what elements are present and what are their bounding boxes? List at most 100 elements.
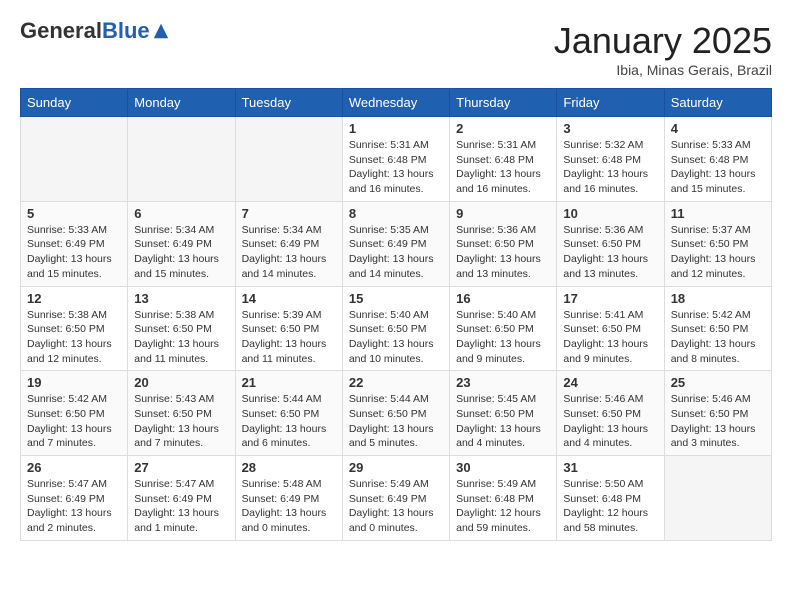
calendar-cell: 20 Sunrise: 5:43 AMSunset: 6:50 PMDayligh… xyxy=(128,371,235,456)
weekday-header: Monday xyxy=(128,89,235,117)
day-info: Sunrise: 5:43 AMSunset: 6:50 PMDaylight:… xyxy=(134,392,228,451)
day-info: Sunrise: 5:31 AMSunset: 6:48 PMDaylight:… xyxy=(349,138,443,197)
day-number: 3 xyxy=(563,121,657,136)
day-info: Sunrise: 5:38 AMSunset: 6:50 PMDaylight:… xyxy=(134,308,228,367)
calendar-cell: 16Sunrise: 5:40 AMSunset: 6:50 PMDayligh… xyxy=(450,286,557,371)
calendar-cell: 22 Sunrise: 5:44 AMSunset: 6:50 PMDayligh… xyxy=(342,371,449,456)
day-number: 18 xyxy=(671,291,765,306)
day-number: 10 xyxy=(563,206,657,221)
weekday-header: Thursday xyxy=(450,89,557,117)
calendar-cell: 14 Sunrise: 5:39 AMSunset: 6:50 PMDayligh… xyxy=(235,286,342,371)
day-info: Sunrise: 5:44 AMSunset: 6:50 PMDaylight:… xyxy=(242,392,336,451)
day-number: 13 xyxy=(134,291,228,306)
logo-blue: Blue xyxy=(102,20,150,42)
calendar-cell: 23Sunrise: 5:45 AMSunset: 6:50 PMDayligh… xyxy=(450,371,557,456)
calendar-cell: 26Sunrise: 5:47 AMSunset: 6:49 PMDayligh… xyxy=(21,456,128,541)
weekday-header: Saturday xyxy=(664,89,771,117)
day-info: Sunrise: 5:34 AMSunset: 6:49 PMDaylight:… xyxy=(242,223,336,282)
day-info: Sunrise: 5:45 AMSunset: 6:50 PMDaylight:… xyxy=(456,392,550,451)
day-info: Sunrise: 5:41 AMSunset: 6:50 PMDaylight:… xyxy=(563,308,657,367)
day-number: 12 xyxy=(27,291,121,306)
calendar-cell: 9Sunrise: 5:36 AMSunset: 6:50 PMDaylight… xyxy=(450,201,557,286)
weekday-header: Wednesday xyxy=(342,89,449,117)
day-info: Sunrise: 5:35 AMSunset: 6:49 PMDaylight:… xyxy=(349,223,443,282)
calendar-cell: 19 Sunrise: 5:42 AMSunset: 6:50 PMDayligh… xyxy=(21,371,128,456)
day-number: 31 xyxy=(563,460,657,475)
calendar-cell: 31 Sunrise: 5:50 AMSunset: 6:48 PMDayligh… xyxy=(557,456,664,541)
day-number: 29 xyxy=(349,460,443,475)
day-number: 6 xyxy=(134,206,228,221)
day-number: 15 xyxy=(349,291,443,306)
day-number: 27 xyxy=(134,460,228,475)
day-number: 1 xyxy=(349,121,443,136)
day-info: Sunrise: 5:31 AMSunset: 6:48 PMDaylight:… xyxy=(456,138,550,197)
day-info: Sunrise: 5:47 AMSunset: 6:49 PMDaylight:… xyxy=(134,477,228,536)
day-number: 9 xyxy=(456,206,550,221)
calendar-week-row: 26 Sunrise: 5:47 AMSunset: 6:49 PMDayligh… xyxy=(21,456,772,541)
calendar-cell: 8Sunrise: 5:35 AMSunset: 6:49 PMDaylight… xyxy=(342,201,449,286)
calendar-cell: 7 Sunrise: 5:34 AMSunset: 6:49 PMDaylight… xyxy=(235,201,342,286)
month-title: January 2025 xyxy=(554,20,772,62)
day-number: 28 xyxy=(242,460,336,475)
day-info: Sunrise: 5:33 AMSunset: 6:48 PMDaylight:… xyxy=(671,138,765,197)
calendar-cell: 17 Sunrise: 5:41 AMSunset: 6:50 PMDayligh… xyxy=(557,286,664,371)
day-number: 21 xyxy=(242,375,336,390)
day-info: Sunrise: 5:40 AMSunset: 6:50 PMDaylight:… xyxy=(456,308,550,367)
day-number: 26 xyxy=(27,460,121,475)
calendar-week-row: 5Sunrise: 5:33 AMSunset: 6:49 PMDaylight… xyxy=(21,201,772,286)
day-number: 7 xyxy=(242,206,336,221)
calendar-cell: 18 Sunrise: 5:42 AMSunset: 6:50 PMDayligh… xyxy=(664,286,771,371)
calendar-cell: 12 Sunrise: 5:38 AMSunset: 6:50 PMDayligh… xyxy=(21,286,128,371)
calendar-cell: 25 Sunrise: 5:46 AMSunset: 6:50 PMDayligh… xyxy=(664,371,771,456)
calendar-cell: 6 Sunrise: 5:34 AMSunset: 6:49 PMDaylight… xyxy=(128,201,235,286)
calendar-week-row: 1 Sunrise: 5:31 AMSunset: 6:48 PMDaylight… xyxy=(21,117,772,202)
calendar-cell: 13 Sunrise: 5:38 AMSunset: 6:50 PMDayligh… xyxy=(128,286,235,371)
day-number: 14 xyxy=(242,291,336,306)
day-info: Sunrise: 5:46 AMSunset: 6:50 PMDaylight:… xyxy=(563,392,657,451)
logo: GeneralBlue xyxy=(20,20,170,42)
page-header: GeneralBlue January 2025 Ibia, Minas Ger… xyxy=(20,20,772,78)
calendar-cell: 15 Sunrise: 5:40 AMSunset: 6:50 PMDayligh… xyxy=(342,286,449,371)
day-info: Sunrise: 5:32 AMSunset: 6:48 PMDaylight:… xyxy=(563,138,657,197)
weekday-header: Tuesday xyxy=(235,89,342,117)
day-info: Sunrise: 5:42 AMSunset: 6:50 PMDaylight:… xyxy=(671,308,765,367)
day-info: Sunrise: 5:42 AMSunset: 6:50 PMDaylight:… xyxy=(27,392,121,451)
calendar-cell: 27 Sunrise: 5:47 AMSunset: 6:49 PMDayligh… xyxy=(128,456,235,541)
day-info: Sunrise: 5:37 AMSunset: 6:50 PMDaylight:… xyxy=(671,223,765,282)
day-info: Sunrise: 5:46 AMSunset: 6:50 PMDaylight:… xyxy=(671,392,765,451)
weekday-header: Sunday xyxy=(21,89,128,117)
logo-icon xyxy=(152,22,170,40)
calendar-cell xyxy=(664,456,771,541)
calendar-cell: 4 Sunrise: 5:33 AMSunset: 6:48 PMDaylight… xyxy=(664,117,771,202)
calendar-cell: 1 Sunrise: 5:31 AMSunset: 6:48 PMDaylight… xyxy=(342,117,449,202)
calendar-cell: 2Sunrise: 5:31 AMSunset: 6:48 PMDaylight… xyxy=(450,117,557,202)
day-number: 30 xyxy=(456,460,550,475)
day-number: 19 xyxy=(27,375,121,390)
day-info: Sunrise: 5:34 AMSunset: 6:49 PMDaylight:… xyxy=(134,223,228,282)
day-number: 5 xyxy=(27,206,121,221)
day-info: Sunrise: 5:50 AMSunset: 6:48 PMDaylight:… xyxy=(563,477,657,536)
day-info: Sunrise: 5:44 AMSunset: 6:50 PMDaylight:… xyxy=(349,392,443,451)
calendar-cell xyxy=(128,117,235,202)
day-number: 22 xyxy=(349,375,443,390)
calendar-week-row: 12 Sunrise: 5:38 AMSunset: 6:50 PMDayligh… xyxy=(21,286,772,371)
day-number: 11 xyxy=(671,206,765,221)
weekday-header-row: SundayMondayTuesdayWednesdayThursdayFrid… xyxy=(21,89,772,117)
calendar-cell: 5Sunrise: 5:33 AMSunset: 6:49 PMDaylight… xyxy=(21,201,128,286)
calendar-cell: 29Sunrise: 5:49 AMSunset: 6:49 PMDayligh… xyxy=(342,456,449,541)
day-info: Sunrise: 5:39 AMSunset: 6:50 PMDaylight:… xyxy=(242,308,336,367)
day-number: 4 xyxy=(671,121,765,136)
day-number: 17 xyxy=(563,291,657,306)
calendar-cell xyxy=(21,117,128,202)
calendar-cell: 24Sunrise: 5:46 AMSunset: 6:50 PMDayligh… xyxy=(557,371,664,456)
day-number: 25 xyxy=(671,375,765,390)
calendar-cell: 3 Sunrise: 5:32 AMSunset: 6:48 PMDaylight… xyxy=(557,117,664,202)
calendar-cell xyxy=(235,117,342,202)
calendar-table: SundayMondayTuesdayWednesdayThursdayFrid… xyxy=(20,88,772,541)
day-info: Sunrise: 5:40 AMSunset: 6:50 PMDaylight:… xyxy=(349,308,443,367)
day-info: Sunrise: 5:38 AMSunset: 6:50 PMDaylight:… xyxy=(27,308,121,367)
day-info: Sunrise: 5:36 AMSunset: 6:50 PMDaylight:… xyxy=(563,223,657,282)
day-number: 20 xyxy=(134,375,228,390)
calendar-week-row: 19 Sunrise: 5:42 AMSunset: 6:50 PMDayligh… xyxy=(21,371,772,456)
calendar-cell: 28Sunrise: 5:48 AMSunset: 6:49 PMDayligh… xyxy=(235,456,342,541)
